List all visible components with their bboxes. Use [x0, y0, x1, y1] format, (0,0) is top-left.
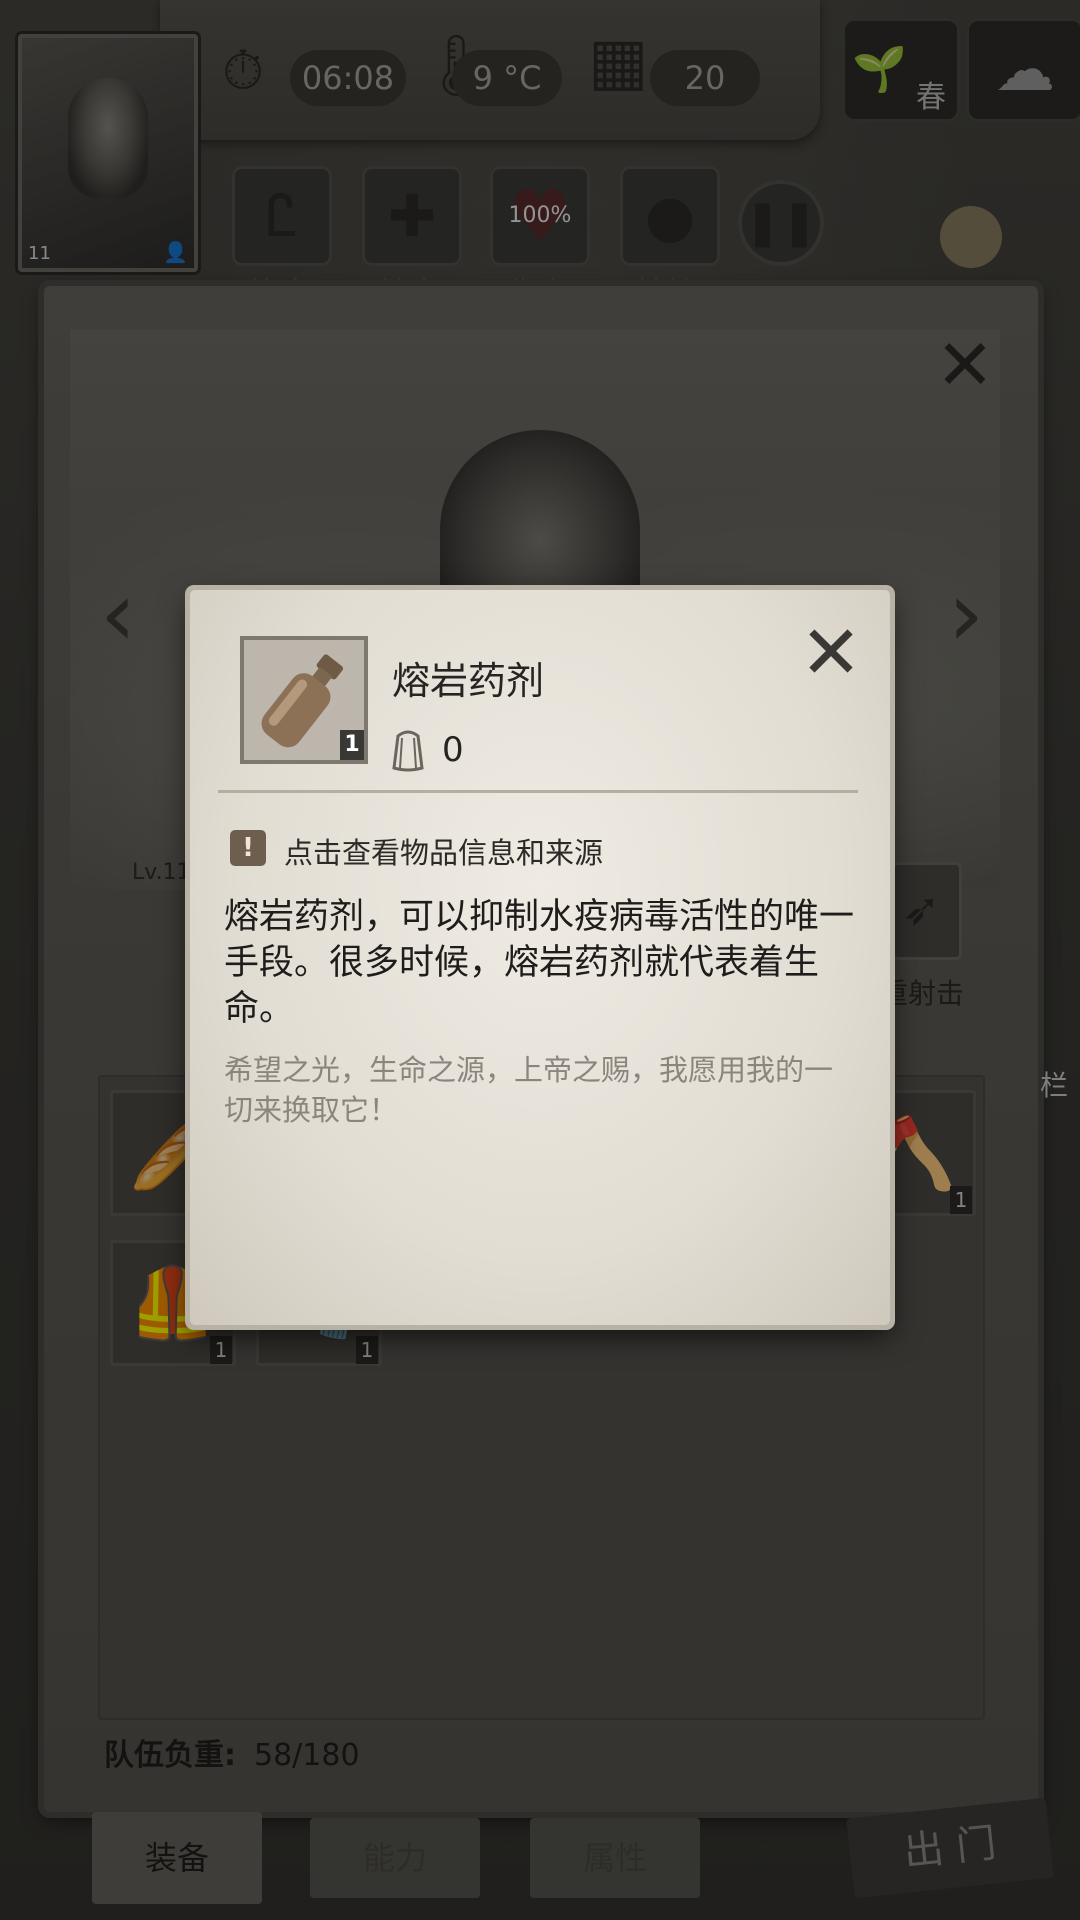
info-alert-icon[interactable]: ! — [230, 830, 266, 866]
storage-count: 0 — [442, 730, 464, 770]
popup-close-button[interactable]: ✕ — [796, 616, 866, 690]
divider — [218, 790, 858, 793]
close-icon: ✕ — [799, 610, 862, 696]
item-name: 熔岩药剂 — [392, 659, 545, 703]
item-description: 熔岩药剂，可以抑制水疫病毒活性的唯一手段。很多时候，熔岩药剂就代表着生命。 — [224, 897, 855, 1029]
item-count: 1 — [340, 730, 364, 760]
item-info-link[interactable]: 点击查看物品信息和来源 — [284, 830, 603, 872]
item-flavor-text: 希望之光，生命之源，上帝之赐，我愿用我的一切来换取它！ — [224, 1053, 834, 1127]
item-icon-frame: 1 — [240, 636, 368, 764]
backpack-icon — [392, 730, 424, 772]
